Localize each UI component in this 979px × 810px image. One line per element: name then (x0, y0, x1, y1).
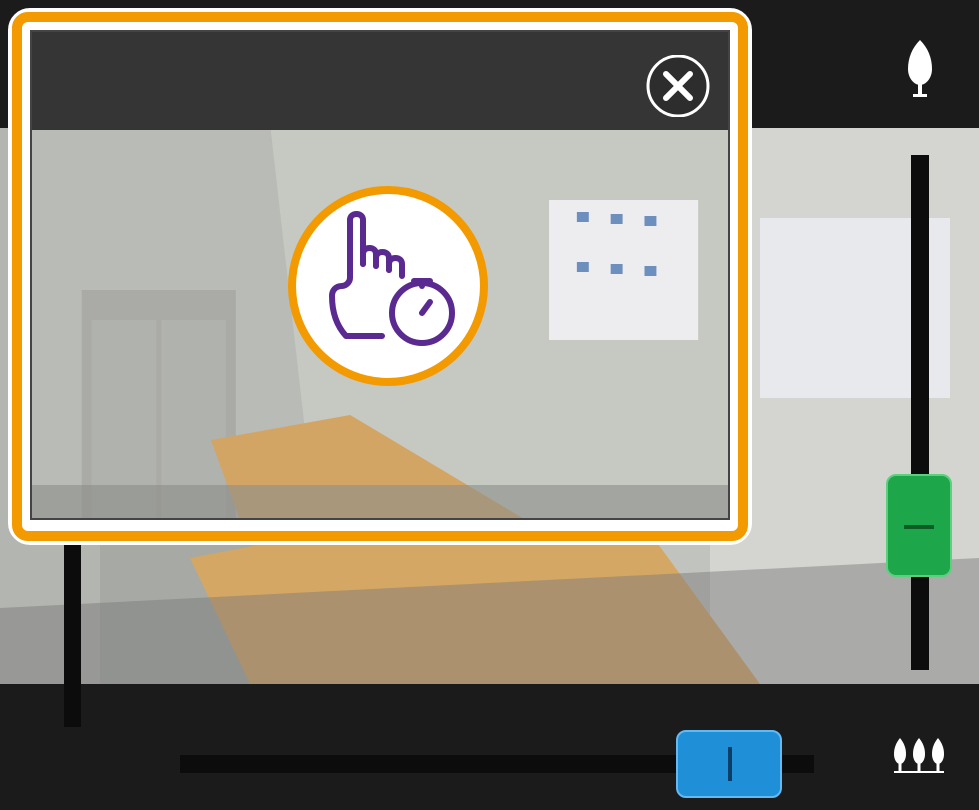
vertical-slider-thumb[interactable] (886, 474, 952, 577)
vertical-slider-track[interactable] (911, 155, 929, 670)
single-tree-icon (908, 40, 932, 97)
popup-header (32, 32, 728, 130)
left-slider-track[interactable] (64, 515, 81, 727)
three-trees-icon (894, 738, 944, 773)
close-icon[interactable] (644, 55, 712, 117)
horizontal-slider-thumb[interactable] (676, 730, 782, 798)
bottom-toolbar (0, 684, 979, 810)
touch-and-hold-timer-icon (288, 186, 488, 386)
